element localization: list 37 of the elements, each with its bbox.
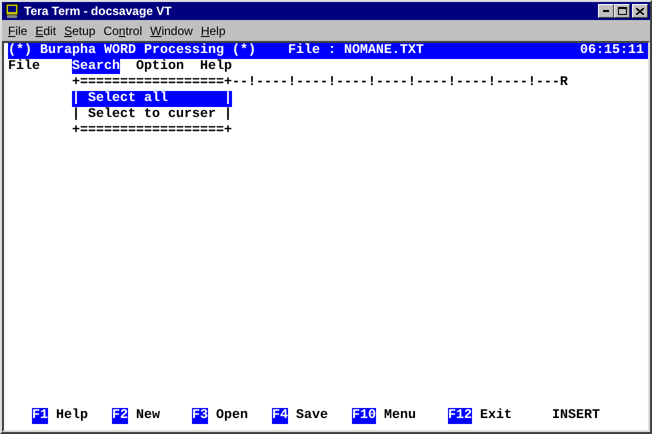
document-title: (*) Burapha WORD Processing (*)	[8, 43, 256, 59]
menu-item[interactable]: File	[4, 22, 32, 40]
function-key-label: Exit	[480, 408, 512, 424]
ruler: +==================+--!----!----!----!----!----!----!----!---R	[72, 75, 568, 90]
function-key-label: Save	[296, 408, 328, 424]
clock: 06:15:11	[580, 43, 644, 59]
function-key-label: Open	[216, 408, 248, 424]
close-button[interactable]	[632, 4, 648, 18]
close-icon	[636, 8, 644, 14]
window-title: Tera Term - docsavage VT	[24, 3, 173, 20]
function-key[interactable]: F2	[112, 408, 128, 424]
function-key-label: Help	[56, 408, 88, 424]
menu-item[interactable]: Window	[146, 22, 197, 40]
function-key-label: Menu	[384, 408, 416, 424]
dropdown-border: +==================+	[72, 123, 232, 138]
dropdown-item[interactable]: | Select to curser |	[72, 107, 232, 123]
maximize-icon	[618, 7, 626, 15]
function-key[interactable]: F10	[352, 408, 376, 424]
menu-item[interactable]: Help	[196, 22, 230, 40]
function-key[interactable]: F3	[192, 408, 208, 424]
function-key[interactable]: F4	[272, 408, 288, 424]
minimize-icon	[603, 10, 609, 12]
function-key[interactable]: F1	[32, 408, 48, 424]
dropdown-item[interactable]: | Select all |	[72, 91, 232, 107]
menu-item[interactable]: Control	[99, 22, 146, 40]
insert-mode-indicator: INSERT	[552, 408, 600, 424]
file-name: File : NOMANE.TXT	[288, 43, 424, 59]
menu-item[interactable]: File	[8, 59, 40, 74]
menu-item[interactable]: Option	[136, 59, 184, 74]
menu-item[interactable]: Search	[72, 59, 120, 74]
menu-item[interactable]: Help	[200, 59, 232, 74]
menu-item[interactable]: Setup	[60, 22, 100, 40]
maximize-button[interactable]	[614, 4, 630, 18]
function-key-label: New	[136, 408, 160, 424]
minimize-button[interactable]	[598, 4, 614, 18]
function-key[interactable]: F12	[448, 408, 472, 424]
menu-item[interactable]: Edit	[31, 22, 60, 40]
